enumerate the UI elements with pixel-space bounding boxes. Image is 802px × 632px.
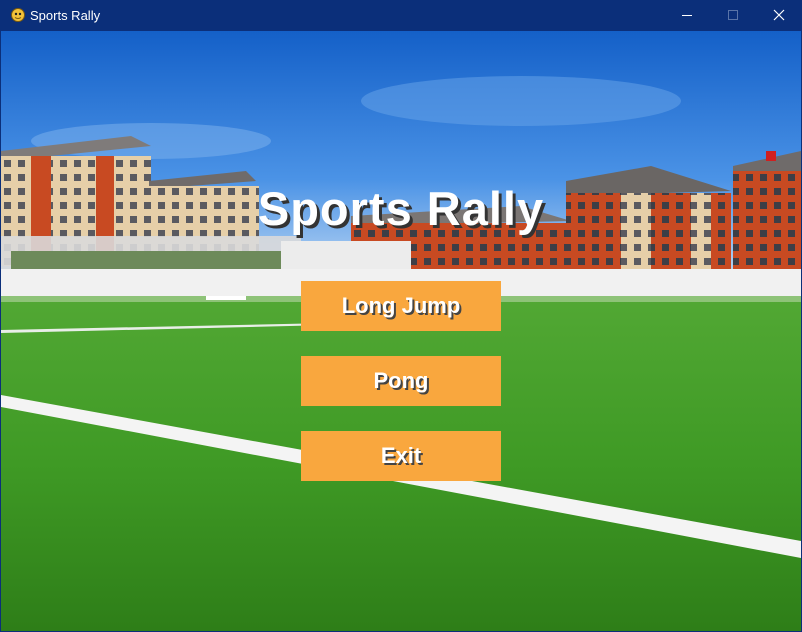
minimize-button[interactable] [664,0,710,31]
game-title: Sports Rally [257,182,545,235]
background-image [1,31,801,631]
exit-button[interactable]: Exit [301,431,501,481]
pygame-snake-icon [11,8,25,22]
game-canvas: Sports Rally Long Jump Pong Exit [1,31,801,631]
title-bar[interactable]: Sports Rally [0,0,802,31]
maximize-icon [728,10,738,20]
long-jump-button[interactable]: Long Jump [301,281,501,331]
close-icon [773,9,785,21]
minimize-icon [682,15,692,16]
app-window: Sports Rally Sports Rally Long Jump Pong… [0,0,802,632]
maximize-button[interactable] [710,0,756,31]
window-title: Sports Rally [30,8,101,23]
pong-button[interactable]: Pong [301,356,501,406]
close-button[interactable] [756,0,802,31]
